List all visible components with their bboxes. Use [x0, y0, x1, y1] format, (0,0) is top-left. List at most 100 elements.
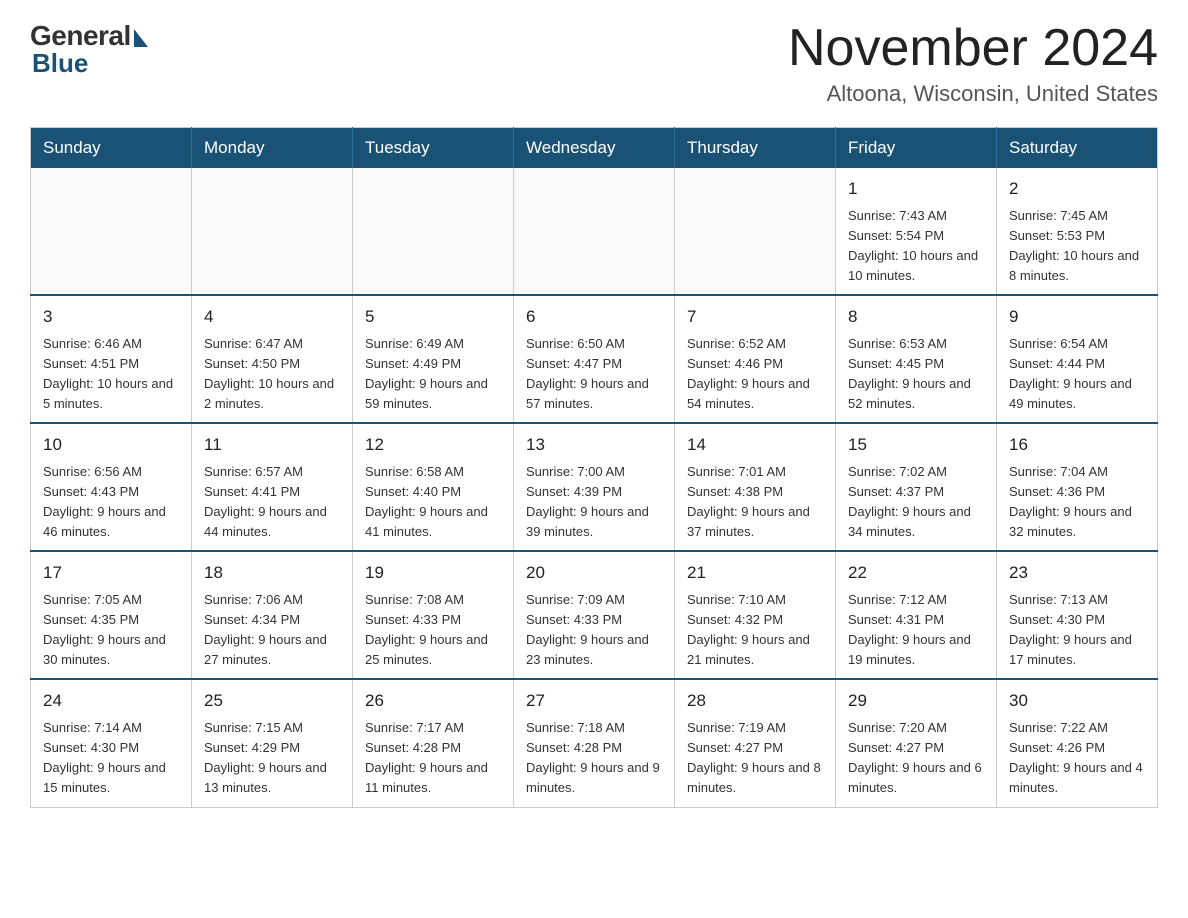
calendar-cell: 3 Sunrise: 6:46 AM Sunset: 4:51 PM Daylig… [31, 295, 192, 423]
day-number: 3 [43, 304, 179, 330]
day-info: Sunrise: 7:12 AM Sunset: 4:31 PM Dayligh… [848, 590, 984, 671]
day-info: Sunrise: 7:15 AM Sunset: 4:29 PM Dayligh… [204, 718, 340, 799]
day-info: Sunrise: 6:57 AM Sunset: 4:41 PM Dayligh… [204, 462, 340, 543]
day-info: Sunrise: 6:58 AM Sunset: 4:40 PM Dayligh… [365, 462, 501, 543]
day-number: 19 [365, 560, 501, 586]
day-info: Sunrise: 6:49 AM Sunset: 4:49 PM Dayligh… [365, 334, 501, 415]
calendar-cell: 25 Sunrise: 7:15 AM Sunset: 4:29 PM Dayli… [192, 679, 353, 807]
calendar-cell: 12 Sunrise: 6:58 AM Sunset: 4:40 PM Dayli… [353, 423, 514, 551]
day-info: Sunrise: 7:22 AM Sunset: 4:26 PM Dayligh… [1009, 718, 1145, 799]
day-info: Sunrise: 7:45 AM Sunset: 5:53 PM Dayligh… [1009, 206, 1145, 287]
logo: General Blue [30, 20, 148, 79]
day-info: Sunrise: 6:47 AM Sunset: 4:50 PM Dayligh… [204, 334, 340, 415]
calendar-cell: 18 Sunrise: 7:06 AM Sunset: 4:34 PM Dayli… [192, 551, 353, 679]
calendar-cell: 6 Sunrise: 6:50 AM Sunset: 4:47 PM Daylig… [514, 295, 675, 423]
calendar-week-row: 24Sunrise: 7:14 AM Sunset: 4:30 PM Dayli… [31, 679, 1158, 807]
calendar-cell: 5 Sunrise: 6:49 AM Sunset: 4:49 PM Daylig… [353, 295, 514, 423]
weekday-header-tuesday: Tuesday [353, 128, 514, 169]
calendar-table: SundayMondayTuesdayWednesdayThursdayFrid… [30, 127, 1158, 807]
calendar-cell [353, 168, 514, 295]
day-info: Sunrise: 7:14 AM Sunset: 4:30 PM Dayligh… [43, 718, 179, 799]
day-number: 27 [526, 688, 662, 714]
page-title: November 2024 [788, 20, 1158, 77]
day-info: Sunrise: 6:52 AM Sunset: 4:46 PM Dayligh… [687, 334, 823, 415]
calendar-cell: 13 Sunrise: 7:00 AM Sunset: 4:39 PM Dayli… [514, 423, 675, 551]
day-number: 12 [365, 432, 501, 458]
day-number: 26 [365, 688, 501, 714]
day-number: 29 [848, 688, 984, 714]
day-number: 2 [1009, 176, 1145, 202]
calendar-cell: 1Sunrise: 7:43 AM Sunset: 5:54 PM Daylig… [836, 168, 997, 295]
calendar-cell: 29 Sunrise: 7:20 AM Sunset: 4:27 PM Dayli… [836, 679, 997, 807]
weekday-header-sunday: Sunday [31, 128, 192, 169]
day-info: Sunrise: 7:18 AM Sunset: 4:28 PM Dayligh… [526, 718, 662, 799]
calendar-cell [675, 168, 836, 295]
day-info: Sunrise: 7:06 AM Sunset: 4:34 PM Dayligh… [204, 590, 340, 671]
day-info: Sunrise: 6:50 AM Sunset: 4:47 PM Dayligh… [526, 334, 662, 415]
day-info: Sunrise: 6:54 AM Sunset: 4:44 PM Dayligh… [1009, 334, 1145, 415]
day-number: 1 [848, 176, 984, 202]
day-number: 18 [204, 560, 340, 586]
calendar-body: 1Sunrise: 7:43 AM Sunset: 5:54 PM Daylig… [31, 168, 1158, 807]
weekday-header-thursday: Thursday [675, 128, 836, 169]
day-info: Sunrise: 6:56 AM Sunset: 4:43 PM Dayligh… [43, 462, 179, 543]
calendar-cell: 19 Sunrise: 7:08 AM Sunset: 4:33 PM Dayli… [353, 551, 514, 679]
calendar-week-row: 10 Sunrise: 6:56 AM Sunset: 4:43 PM Dayli… [31, 423, 1158, 551]
calendar-header: SundayMondayTuesdayWednesdayThursdayFrid… [31, 128, 1158, 169]
title-section: November 2024 Altoona, Wisconsin, United… [788, 20, 1158, 107]
logo-blue-text: Blue [32, 48, 88, 79]
calendar-cell: 9Sunrise: 6:54 AM Sunset: 4:44 PM Daylig… [997, 295, 1158, 423]
day-info: Sunrise: 6:46 AM Sunset: 4:51 PM Dayligh… [43, 334, 179, 415]
day-number: 22 [848, 560, 984, 586]
day-number: 7 [687, 304, 823, 330]
day-number: 8 [848, 304, 984, 330]
day-number: 16 [1009, 432, 1145, 458]
day-info: Sunrise: 7:08 AM Sunset: 4:33 PM Dayligh… [365, 590, 501, 671]
day-number: 25 [204, 688, 340, 714]
day-number: 10 [43, 432, 179, 458]
calendar-cell [31, 168, 192, 295]
calendar-cell: 28 Sunrise: 7:19 AM Sunset: 4:27 PM Dayli… [675, 679, 836, 807]
calendar-cell [514, 168, 675, 295]
calendar-cell: 15 Sunrise: 7:02 AM Sunset: 4:37 PM Dayli… [836, 423, 997, 551]
calendar-cell: 7 Sunrise: 6:52 AM Sunset: 4:46 PM Daylig… [675, 295, 836, 423]
day-info: Sunrise: 7:05 AM Sunset: 4:35 PM Dayligh… [43, 590, 179, 671]
day-number: 23 [1009, 560, 1145, 586]
weekday-header-friday: Friday [836, 128, 997, 169]
day-info: Sunrise: 7:09 AM Sunset: 4:33 PM Dayligh… [526, 590, 662, 671]
day-number: 15 [848, 432, 984, 458]
day-number: 30 [1009, 688, 1145, 714]
day-info: Sunrise: 7:19 AM Sunset: 4:27 PM Dayligh… [687, 718, 823, 799]
calendar-week-row: 17 Sunrise: 7:05 AM Sunset: 4:35 PM Dayli… [31, 551, 1158, 679]
calendar-cell: 17 Sunrise: 7:05 AM Sunset: 4:35 PM Dayli… [31, 551, 192, 679]
day-number: 11 [204, 432, 340, 458]
logo-triangle-icon [134, 29, 148, 47]
day-number: 6 [526, 304, 662, 330]
weekday-header-row: SundayMondayTuesdayWednesdayThursdayFrid… [31, 128, 1158, 169]
calendar-cell: 8 Sunrise: 6:53 AM Sunset: 4:45 PM Daylig… [836, 295, 997, 423]
day-info: Sunrise: 7:10 AM Sunset: 4:32 PM Dayligh… [687, 590, 823, 671]
day-info: Sunrise: 7:20 AM Sunset: 4:27 PM Dayligh… [848, 718, 984, 799]
calendar-week-row: 3 Sunrise: 6:46 AM Sunset: 4:51 PM Daylig… [31, 295, 1158, 423]
day-info: Sunrise: 7:01 AM Sunset: 4:38 PM Dayligh… [687, 462, 823, 543]
calendar-cell: 30 Sunrise: 7:22 AM Sunset: 4:26 PM Dayli… [997, 679, 1158, 807]
calendar-cell: 4 Sunrise: 6:47 AM Sunset: 4:50 PM Daylig… [192, 295, 353, 423]
day-info: Sunrise: 6:53 AM Sunset: 4:45 PM Dayligh… [848, 334, 984, 415]
day-info: Sunrise: 7:02 AM Sunset: 4:37 PM Dayligh… [848, 462, 984, 543]
weekday-header-saturday: Saturday [997, 128, 1158, 169]
day-number: 14 [687, 432, 823, 458]
day-number: 17 [43, 560, 179, 586]
day-number: 5 [365, 304, 501, 330]
day-number: 28 [687, 688, 823, 714]
calendar-cell: 20 Sunrise: 7:09 AM Sunset: 4:33 PM Dayli… [514, 551, 675, 679]
day-number: 13 [526, 432, 662, 458]
day-number: 4 [204, 304, 340, 330]
calendar-cell: 23Sunrise: 7:13 AM Sunset: 4:30 PM Dayli… [997, 551, 1158, 679]
calendar-cell: 27 Sunrise: 7:18 AM Sunset: 4:28 PM Dayli… [514, 679, 675, 807]
day-info: Sunrise: 7:00 AM Sunset: 4:39 PM Dayligh… [526, 462, 662, 543]
calendar-cell: 14 Sunrise: 7:01 AM Sunset: 4:38 PM Dayli… [675, 423, 836, 551]
day-number: 21 [687, 560, 823, 586]
calendar-cell: 26Sunrise: 7:17 AM Sunset: 4:28 PM Dayli… [353, 679, 514, 807]
day-number: 20 [526, 560, 662, 586]
calendar-cell: 21 Sunrise: 7:10 AM Sunset: 4:32 PM Dayli… [675, 551, 836, 679]
